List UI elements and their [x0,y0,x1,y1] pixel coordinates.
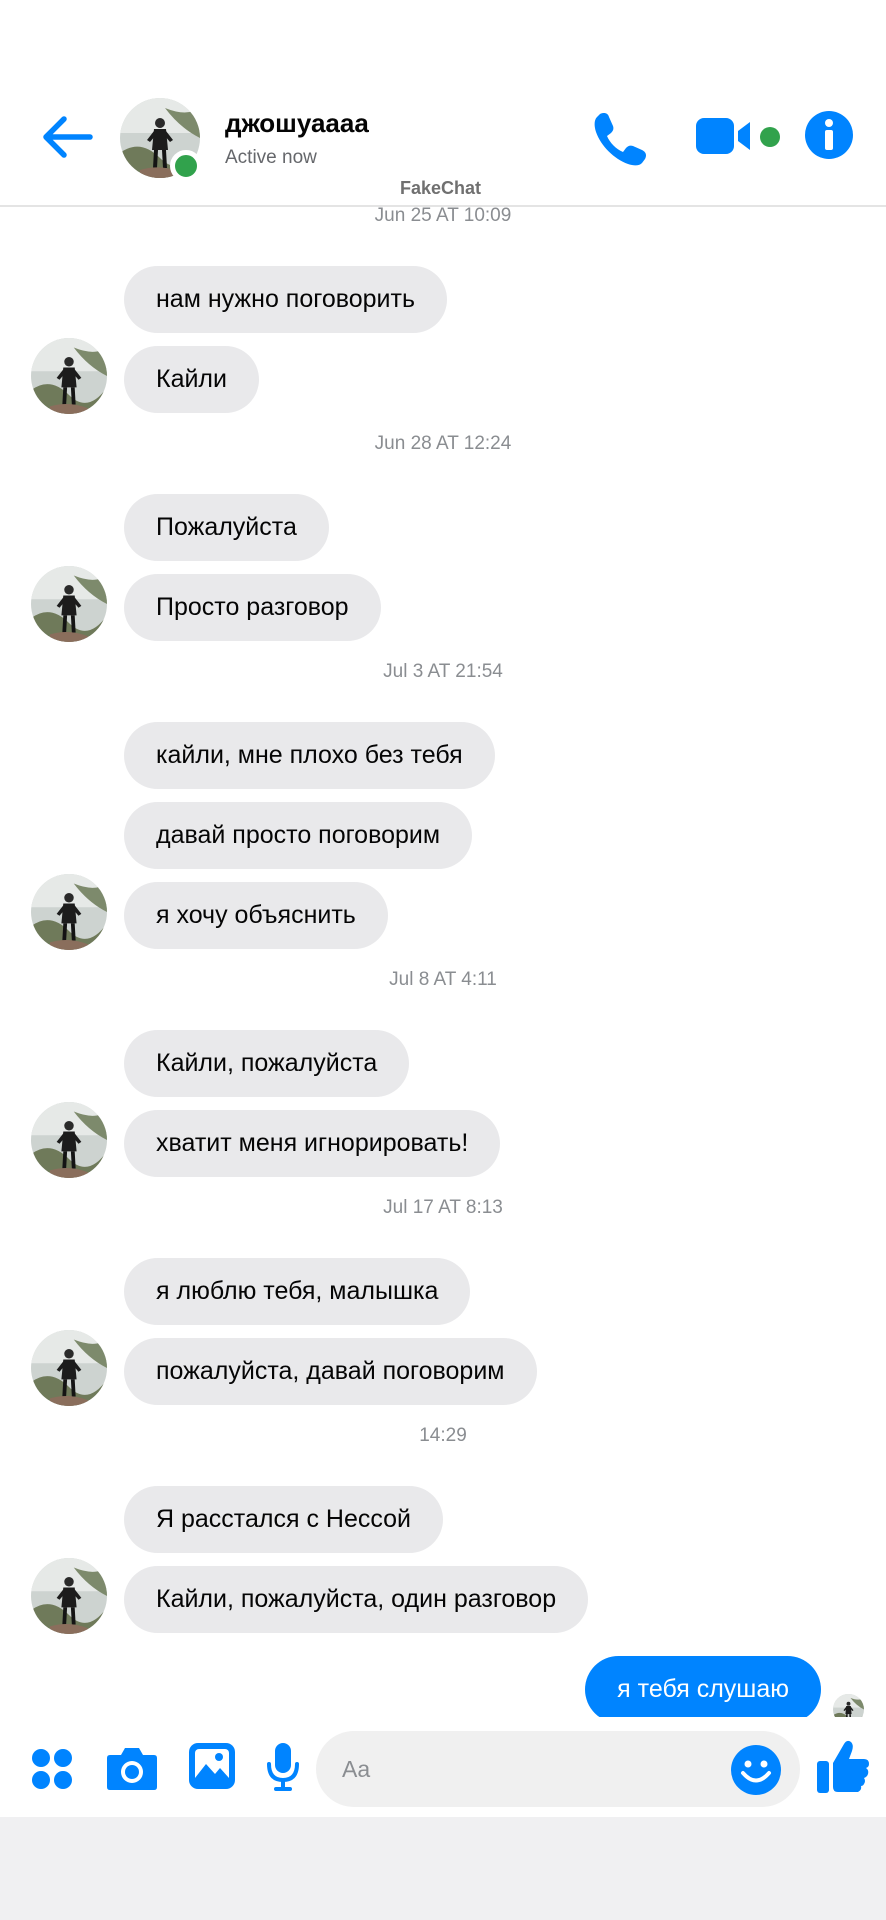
incoming-message[interactable]: кайли, мне плохо без тебя [124,722,495,789]
incoming-message[interactable]: Пожалуйста [124,494,329,561]
chat-header: джошуаааа Active now FakeChat [0,0,886,207]
camera-icon[interactable] [106,1745,158,1791]
timestamp: Jun 25 AT 10:09 [374,205,512,226]
timestamp: Jul 8 AT 4:11 [389,969,497,990]
info-icon[interactable] [804,110,854,160]
timestamp: Jul 3 AT 21:54 [383,661,503,682]
incoming-message[interactable]: Кайли, пожалуйста, один разговор [124,1566,589,1633]
video-camera-icon[interactable] [696,114,758,158]
incoming-message[interactable]: Кайли, пожалуйста [124,1030,410,1097]
back-arrow-icon[interactable] [40,112,94,162]
sender-avatar[interactable] [31,1102,107,1178]
system-navigation-area [0,1817,886,1920]
contact-status: Active now [225,147,317,168]
incoming-message[interactable]: я люблю тебя, малышка [124,1258,471,1325]
sender-avatar[interactable] [31,1330,107,1406]
timestamp: Jul 17 AT 8:13 [383,1197,503,1218]
incoming-message[interactable]: нам нужно поговорить [124,266,447,333]
sender-avatar[interactable] [31,338,107,414]
phone-icon[interactable] [590,110,650,166]
incoming-message[interactable]: Я расстался с Нессой [124,1486,444,1553]
incoming-message[interactable]: давай просто поговорим [124,802,473,869]
timestamp: 14:29 [419,1425,467,1446]
message-input-container[interactable] [316,1731,800,1807]
online-presence-dot [170,150,202,182]
message-input[interactable] [342,1731,722,1807]
app-watermark: FakeChat [400,178,482,198]
outgoing-message[interactable]: я тебя слушаю [585,1656,821,1723]
incoming-message[interactable]: пожалуйста, давай поговорим [124,1338,537,1405]
emoji-icon[interactable] [730,1744,782,1796]
thumbs-up-icon[interactable] [816,1738,870,1794]
timestamp: Jun 28 AT 12:24 [374,433,512,454]
microphone-icon[interactable] [266,1742,300,1792]
incoming-message[interactable]: хватит меня игнорировать! [124,1110,501,1177]
video-active-dot [760,127,780,147]
gallery-icon[interactable] [188,1742,236,1790]
contact-name[interactable]: джошуаааа [225,108,369,139]
incoming-message[interactable]: Просто разговор [124,574,381,641]
sender-avatar[interactable] [31,566,107,642]
sender-avatar[interactable] [31,1558,107,1634]
incoming-message[interactable]: я хочу объяснить [124,882,388,949]
sender-avatar[interactable] [31,874,107,950]
apps-icon[interactable] [30,1747,74,1791]
incoming-message[interactable]: Кайли [124,346,259,413]
